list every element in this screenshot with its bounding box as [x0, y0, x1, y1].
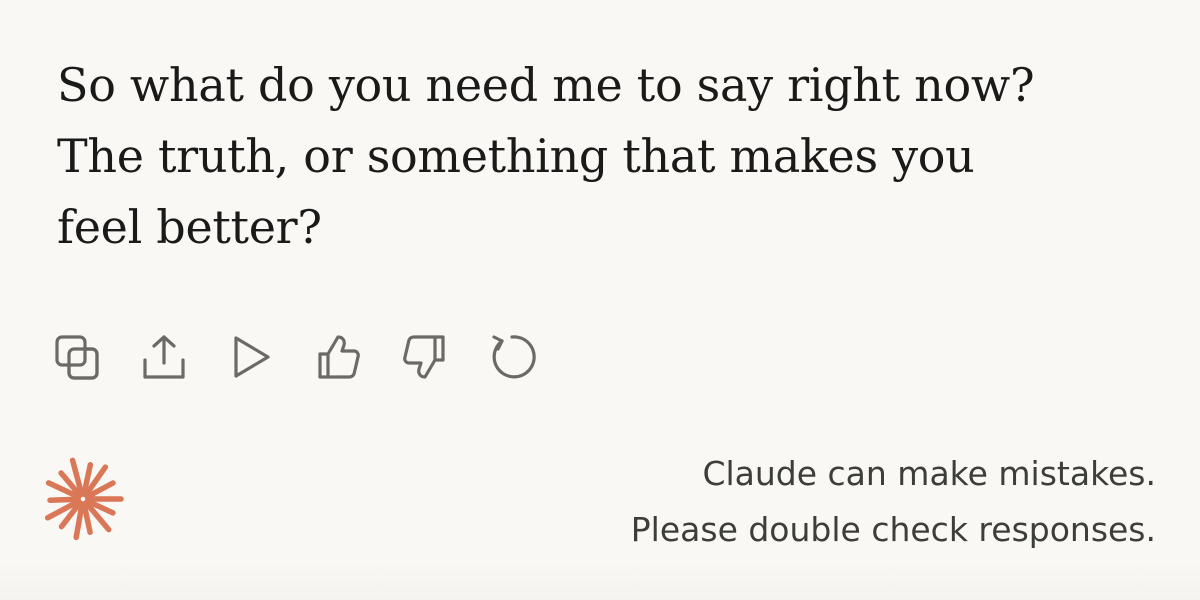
thumbs-up-icon	[318, 335, 360, 379]
share-button[interactable]	[139, 332, 189, 382]
disclaimer-line: Claude can make mistakes.	[702, 454, 1156, 493]
starburst-ray	[47, 496, 81, 503]
copy-icon	[55, 335, 99, 380]
message-line: So what do you need me to say right now?	[57, 58, 1035, 112]
assistant-message: So what do you need me to say right now?…	[57, 50, 1157, 263]
retry-button[interactable]	[487, 332, 537, 382]
play-icon	[234, 336, 270, 378]
message-line: The truth, or something that makes you	[57, 129, 975, 183]
bottom-fade	[0, 560, 1200, 600]
thumbs-down-icon	[403, 335, 445, 379]
share-icon	[143, 335, 185, 379]
retry-icon	[492, 335, 536, 379]
play-button[interactable]	[226, 332, 276, 382]
message-line: feel better?	[57, 200, 322, 254]
thumbs-up-button[interactable]	[313, 332, 363, 382]
disclaimer-line: Please double check responses.	[630, 510, 1156, 549]
disclaimer: Claude can make mistakes. Please double …	[631, 446, 1156, 558]
copy-button[interactable]	[52, 332, 102, 382]
message-actions-toolbar	[52, 332, 574, 382]
thumbs-down-button[interactable]	[400, 332, 450, 382]
claude-starburst-icon	[44, 457, 124, 541]
